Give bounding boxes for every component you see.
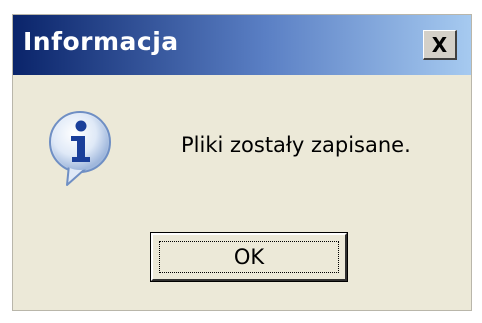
info-icon — [49, 111, 111, 186]
close-icon: X — [431, 33, 448, 57]
dialog-window: Informacja X Pliki zostały zapisane. OK — [12, 14, 472, 311]
dialog-message: Pliki zostały zapisane. — [181, 133, 411, 157]
close-button[interactable]: X — [423, 30, 457, 60]
ok-button[interactable]: OK — [150, 232, 348, 282]
window-title: Informacja — [23, 27, 179, 56]
ok-button-label: OK — [233, 245, 265, 269]
title-bar[interactable]: Informacja X — [13, 15, 471, 75]
